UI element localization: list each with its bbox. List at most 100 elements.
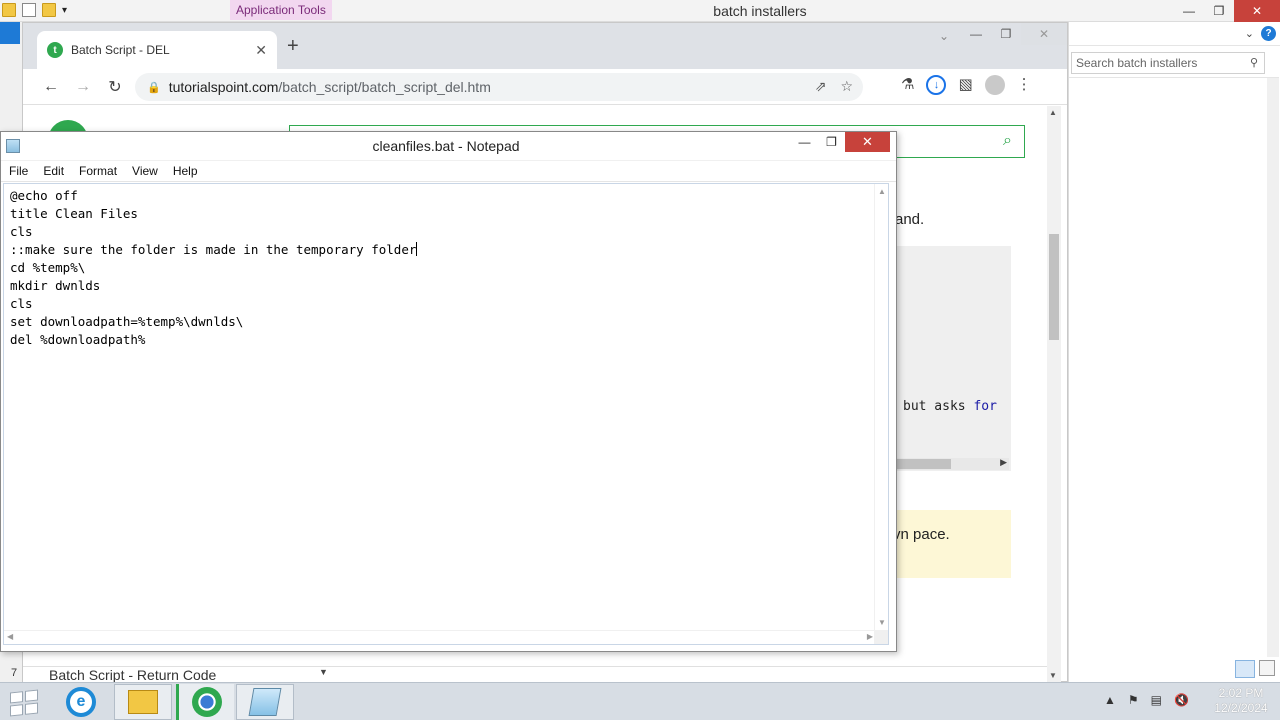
back-button[interactable]: ← (39, 75, 63, 99)
code-line: @echo off (10, 188, 78, 203)
forward-button[interactable]: → (71, 75, 95, 99)
start-button[interactable] (10, 689, 38, 717)
code-horizontal-scrollbar[interactable]: ▶ (891, 457, 1009, 470)
scroll-down-icon[interactable]: ▼ (1049, 671, 1057, 680)
side-panel-icon[interactable]: ▧ (958, 75, 972, 95)
code-line: set downloadpath=%temp%\dwnlds\ (10, 314, 244, 329)
taskbar-chrome[interactable] (176, 684, 234, 720)
notepad-menu-bar: File Edit Format View Help (1, 161, 896, 182)
menu-view[interactable]: View (124, 161, 165, 181)
lock-icon[interactable]: 🔒 (147, 81, 161, 94)
volume-muted-icon[interactable]: 🔇 (1174, 693, 1189, 707)
taskbar-notepad[interactable] (236, 684, 294, 720)
list-item[interactable]: Batch Script - Return Code (49, 667, 216, 683)
new-folder-icon[interactable] (42, 3, 56, 17)
window-title: batch installers (713, 3, 807, 19)
scroll-down-icon[interactable]: ▼ (878, 618, 886, 627)
chevron-down-icon[interactable]: ▼ (319, 667, 328, 677)
browser-minimize-button[interactable]: — (961, 23, 991, 45)
explorer-search-input[interactable]: Search batch installers ⚲ (1071, 52, 1265, 74)
maximize-button[interactable]: ❐ (1204, 0, 1234, 22)
notepad-icon (248, 688, 282, 716)
menu-file[interactable]: File (1, 161, 35, 181)
details-view-icon[interactable] (1235, 660, 1255, 678)
search-icon[interactable]: ⌕ (1003, 132, 1012, 150)
application-tools-tab[interactable]: Application Tools (230, 0, 332, 20)
taskbar: e ▲ ⚑ ▤ 🔇 2:02 PM 12/2/2024 (0, 682, 1280, 720)
clock-date: 12/2/2024 (1214, 701, 1268, 715)
large-icons-view-icon[interactable] (1259, 660, 1275, 676)
menu-help[interactable]: Help (165, 161, 205, 181)
page-vertical-scrollbar[interactable]: ▲ ▼ (1047, 106, 1061, 682)
system-tray: ▲ ⚑ ▤ 🔇 (1104, 693, 1189, 707)
network-icon[interactable]: ▤ (1151, 693, 1162, 707)
tab-batch-script-del[interactable]: t Batch Script - DEL ✕ (37, 31, 277, 69)
taskbar-internet-explorer[interactable]: e (52, 684, 110, 720)
taskbar-file-explorer[interactable] (114, 684, 172, 720)
clock-time: 2:02 PM (1218, 686, 1264, 700)
scroll-thumb[interactable] (1049, 234, 1059, 340)
tab-close-icon[interactable]: ✕ (255, 42, 267, 59)
browser-maximize-button[interactable]: ❐ (991, 23, 1021, 45)
chevron-down-icon[interactable]: ⌄ (1245, 27, 1254, 40)
resize-grip[interactable] (874, 630, 888, 644)
internet-explorer-icon: e (66, 687, 96, 717)
toolbar-actions: ⚗ ↓ ▧ ⋮ (901, 75, 1032, 95)
profile-avatar[interactable] (984, 75, 1005, 95)
scroll-thumb[interactable] (891, 459, 951, 469)
notepad-title-bar: cleanfiles.bat - Notepad — ❐ ✕ (1, 132, 896, 161)
scroll-left-icon[interactable]: ◀ (7, 632, 13, 641)
tab-search-icon[interactable]: ⌄ (939, 29, 949, 43)
list-number: 7 (11, 667, 18, 679)
page-bottom-list: 7 Batch Script - Return Code ▼ (11, 666, 1051, 683)
url-text[interactable]: tutorialspoint.com/batch_script/batch_sc… (169, 79, 491, 95)
new-tab-button[interactable]: + (287, 35, 299, 58)
browser-close-button[interactable]: ✕ (1021, 23, 1067, 45)
bookmark-star-icon[interactable]: ☆ (840, 78, 853, 95)
menu-edit[interactable]: Edit (35, 161, 71, 181)
scroll-right-icon[interactable]: ▶ (867, 632, 873, 641)
code-line: title Clean Files (10, 206, 138, 221)
notepad-maximize-button[interactable]: ❐ (818, 132, 845, 152)
clock[interactable]: 2:02 PM 12/2/2024 (1210, 686, 1272, 716)
show-hidden-icons-icon[interactable]: ▲ (1104, 693, 1116, 707)
chevron-down-icon[interactable]: ▾ (62, 5, 67, 16)
address-bar[interactable]: 🔒 tutorialspoint.com/batch_script/batch_… (135, 73, 863, 101)
search-icon[interactable]: ⚲ (1250, 56, 1258, 69)
labs-icon[interactable]: ⚗ (901, 75, 914, 95)
quick-access-toolbar: ▾ (2, 3, 67, 17)
notepad-title: cleanfiles.bat - Notepad (372, 138, 520, 154)
notepad-window-controls: — ❐ ✕ (791, 132, 890, 152)
tab-strip: t Batch Script - DEL ✕ + ⌄ — ❐ ✕ (23, 23, 1067, 69)
code-line: cd %temp%\ (10, 260, 86, 275)
notepad-close-button[interactable]: ✕ (845, 132, 890, 152)
notepad-minimize-button[interactable]: — (791, 132, 818, 152)
notepad-horizontal-scrollbar[interactable]: ◀ ▶ (4, 630, 876, 644)
minimize-button[interactable]: — (1174, 0, 1204, 22)
tutorialspoint-favicon-icon: t (47, 42, 63, 58)
document-icon[interactable] (22, 3, 36, 17)
menu-format[interactable]: Format (71, 161, 124, 181)
scroll-up-icon[interactable]: ▲ (1049, 108, 1057, 117)
share-icon[interactable]: ⇗ (815, 78, 827, 95)
notepad-vertical-scrollbar[interactable]: ▲ ▼ (874, 184, 888, 630)
explorer-title-bar: ▾ Application Tools batch installers — ❐… (0, 0, 1280, 22)
scroll-up-icon[interactable]: ▲ (878, 187, 886, 196)
paragraph-fragment: and. (895, 211, 925, 228)
reload-button[interactable]: ↻ (103, 75, 127, 99)
download-icon[interactable]: ↓ (926, 75, 947, 95)
scroll-right-icon[interactable]: ▶ (1000, 457, 1007, 468)
file-tab[interactable] (0, 22, 20, 44)
notepad-text-area[interactable]: @echo off title Clean Files cls::make sure… (3, 183, 889, 645)
note-text: vn pace. (893, 526, 950, 543)
explorer-window-controls: — ❐ ✕ (1174, 0, 1280, 22)
menu-kebab-icon[interactable]: ⋮ (1017, 75, 1032, 95)
close-button[interactable]: ✕ (1234, 0, 1280, 22)
flag-icon[interactable]: ⚑ (1128, 693, 1139, 707)
code-line-with-caret: ::make sure the folder is made in the te… (10, 242, 418, 257)
notepad-content[interactable]: @echo off title Clean Files cls::make sure… (10, 187, 418, 349)
file-list[interactable] (1069, 77, 1279, 657)
help-icon[interactable]: ? (1261, 26, 1276, 41)
explorer-vertical-scrollbar[interactable] (1267, 78, 1279, 657)
folder-icon[interactable] (2, 3, 16, 17)
